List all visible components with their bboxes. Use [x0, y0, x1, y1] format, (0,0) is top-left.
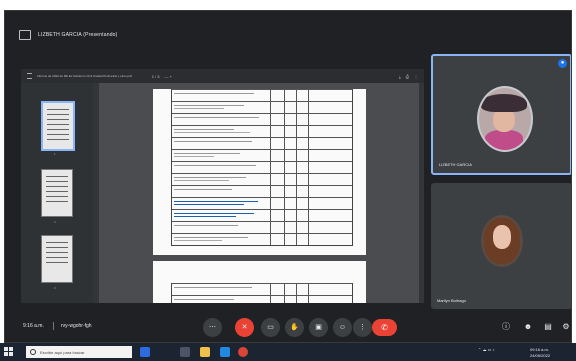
chat-icon[interactable]: ▤	[541, 320, 555, 334]
end-call-icon[interactable]: ✆	[372, 319, 397, 336]
thumbnail-number: 2	[54, 220, 56, 224]
pdf-toolbar: Informe de 2022 de Mb Ec Gobierno Civil …	[21, 69, 424, 83]
presenter-label: LIZBETH GARCIA (Presentando)	[38, 32, 118, 38]
weather-icon[interactable]	[140, 347, 150, 357]
info-icon[interactable]: ⓘ	[499, 320, 513, 334]
activities-icon[interactable]: ☺	[333, 318, 352, 337]
document-table	[171, 89, 353, 246]
tray-icons[interactable]: ⌃ ☁ ▭ ♪	[478, 347, 494, 352]
captions-icon[interactable]: ▭	[261, 318, 280, 337]
document-page	[153, 89, 366, 255]
avatar	[477, 86, 533, 152]
tray-date: 24/05/2022	[530, 353, 551, 358]
file-explorer-icon[interactable]	[200, 347, 210, 357]
participant-name: Marilyn Buitrago	[437, 298, 466, 303]
thumbnail-pane: 1 2 3	[21, 83, 93, 303]
menu-icon[interactable]	[27, 73, 32, 79]
taskbar-search[interactable]: Escribe aquí para buscar	[26, 346, 132, 358]
page-thumbnail[interactable]	[41, 235, 73, 283]
more-icon[interactable]: ⋮	[353, 318, 372, 337]
pin-icon[interactable]: ●	[558, 59, 567, 68]
participant-tile[interactable]: ● LIZBETH GARCIA	[431, 54, 571, 175]
more-icon[interactable]: ⋮	[414, 74, 418, 79]
meeting-code: rvy-wgohr-fgh	[61, 323, 92, 329]
meeting-time: 9:16 a.m.	[23, 323, 44, 329]
page-indicator: 1 / 3	[151, 73, 160, 79]
windows-start-icon[interactable]	[4, 347, 13, 356]
share-screen-icon	[19, 30, 31, 40]
document-view[interactable]	[99, 83, 419, 303]
activities-icon[interactable]: ⚙	[559, 320, 571, 334]
raise-hand-icon[interactable]: ✋	[285, 318, 304, 337]
tray-time: 09:16 a.m.	[530, 347, 549, 352]
divider	[53, 322, 54, 330]
thumbnail-number: 3	[54, 286, 56, 290]
mic-off-icon[interactable]: ⋯	[203, 318, 222, 337]
document-page	[153, 261, 366, 303]
search-placeholder: Escribe aquí para buscar	[40, 349, 85, 355]
people-icon[interactable]: ☻	[521, 320, 535, 334]
camera-off-icon[interactable]: ✕	[235, 318, 254, 337]
meeting-controls: 9:16 a.m. rvy-wgohr-fgh ⋯ ✕ ▭ ✋ ▣ ☺ ⋮ ✆ …	[5, 314, 571, 342]
present-icon[interactable]: ▣	[309, 318, 328, 337]
page-thumbnail[interactable]	[41, 169, 73, 217]
page-thumbnail[interactable]	[41, 101, 75, 151]
thumbnail-number: 1	[54, 152, 56, 156]
participant-tile[interactable]: Marilyn Buitrago	[431, 183, 571, 309]
windows-taskbar: Escribe aquí para buscar ⌃ ☁ ▭ ♪ 09:16 a…	[0, 343, 576, 361]
chrome-icon[interactable]	[238, 347, 248, 357]
avatar	[481, 215, 523, 267]
task-view-icon[interactable]	[180, 347, 190, 357]
participant-name: LIZBETH GARCIA	[439, 162, 472, 167]
document-table	[171, 283, 353, 303]
meet-window: LIZBETH GARCIA (Presentando) Informe de …	[4, 10, 572, 343]
presenter-banner: LIZBETH GARCIA (Presentando)	[5, 23, 420, 47]
search-icon	[30, 349, 36, 355]
zoom-controls[interactable]: — +	[165, 74, 172, 79]
download-icon[interactable]: ⤓	[399, 74, 401, 79]
print-icon[interactable]: ⎙	[406, 74, 409, 79]
pdf-filename: Informe de 2022 de Mb Ec Gobierno Civil …	[37, 74, 132, 78]
edge-icon[interactable]	[220, 347, 230, 357]
shared-screen: Informe de 2022 de Mb Ec Gobierno Civil …	[21, 69, 424, 303]
